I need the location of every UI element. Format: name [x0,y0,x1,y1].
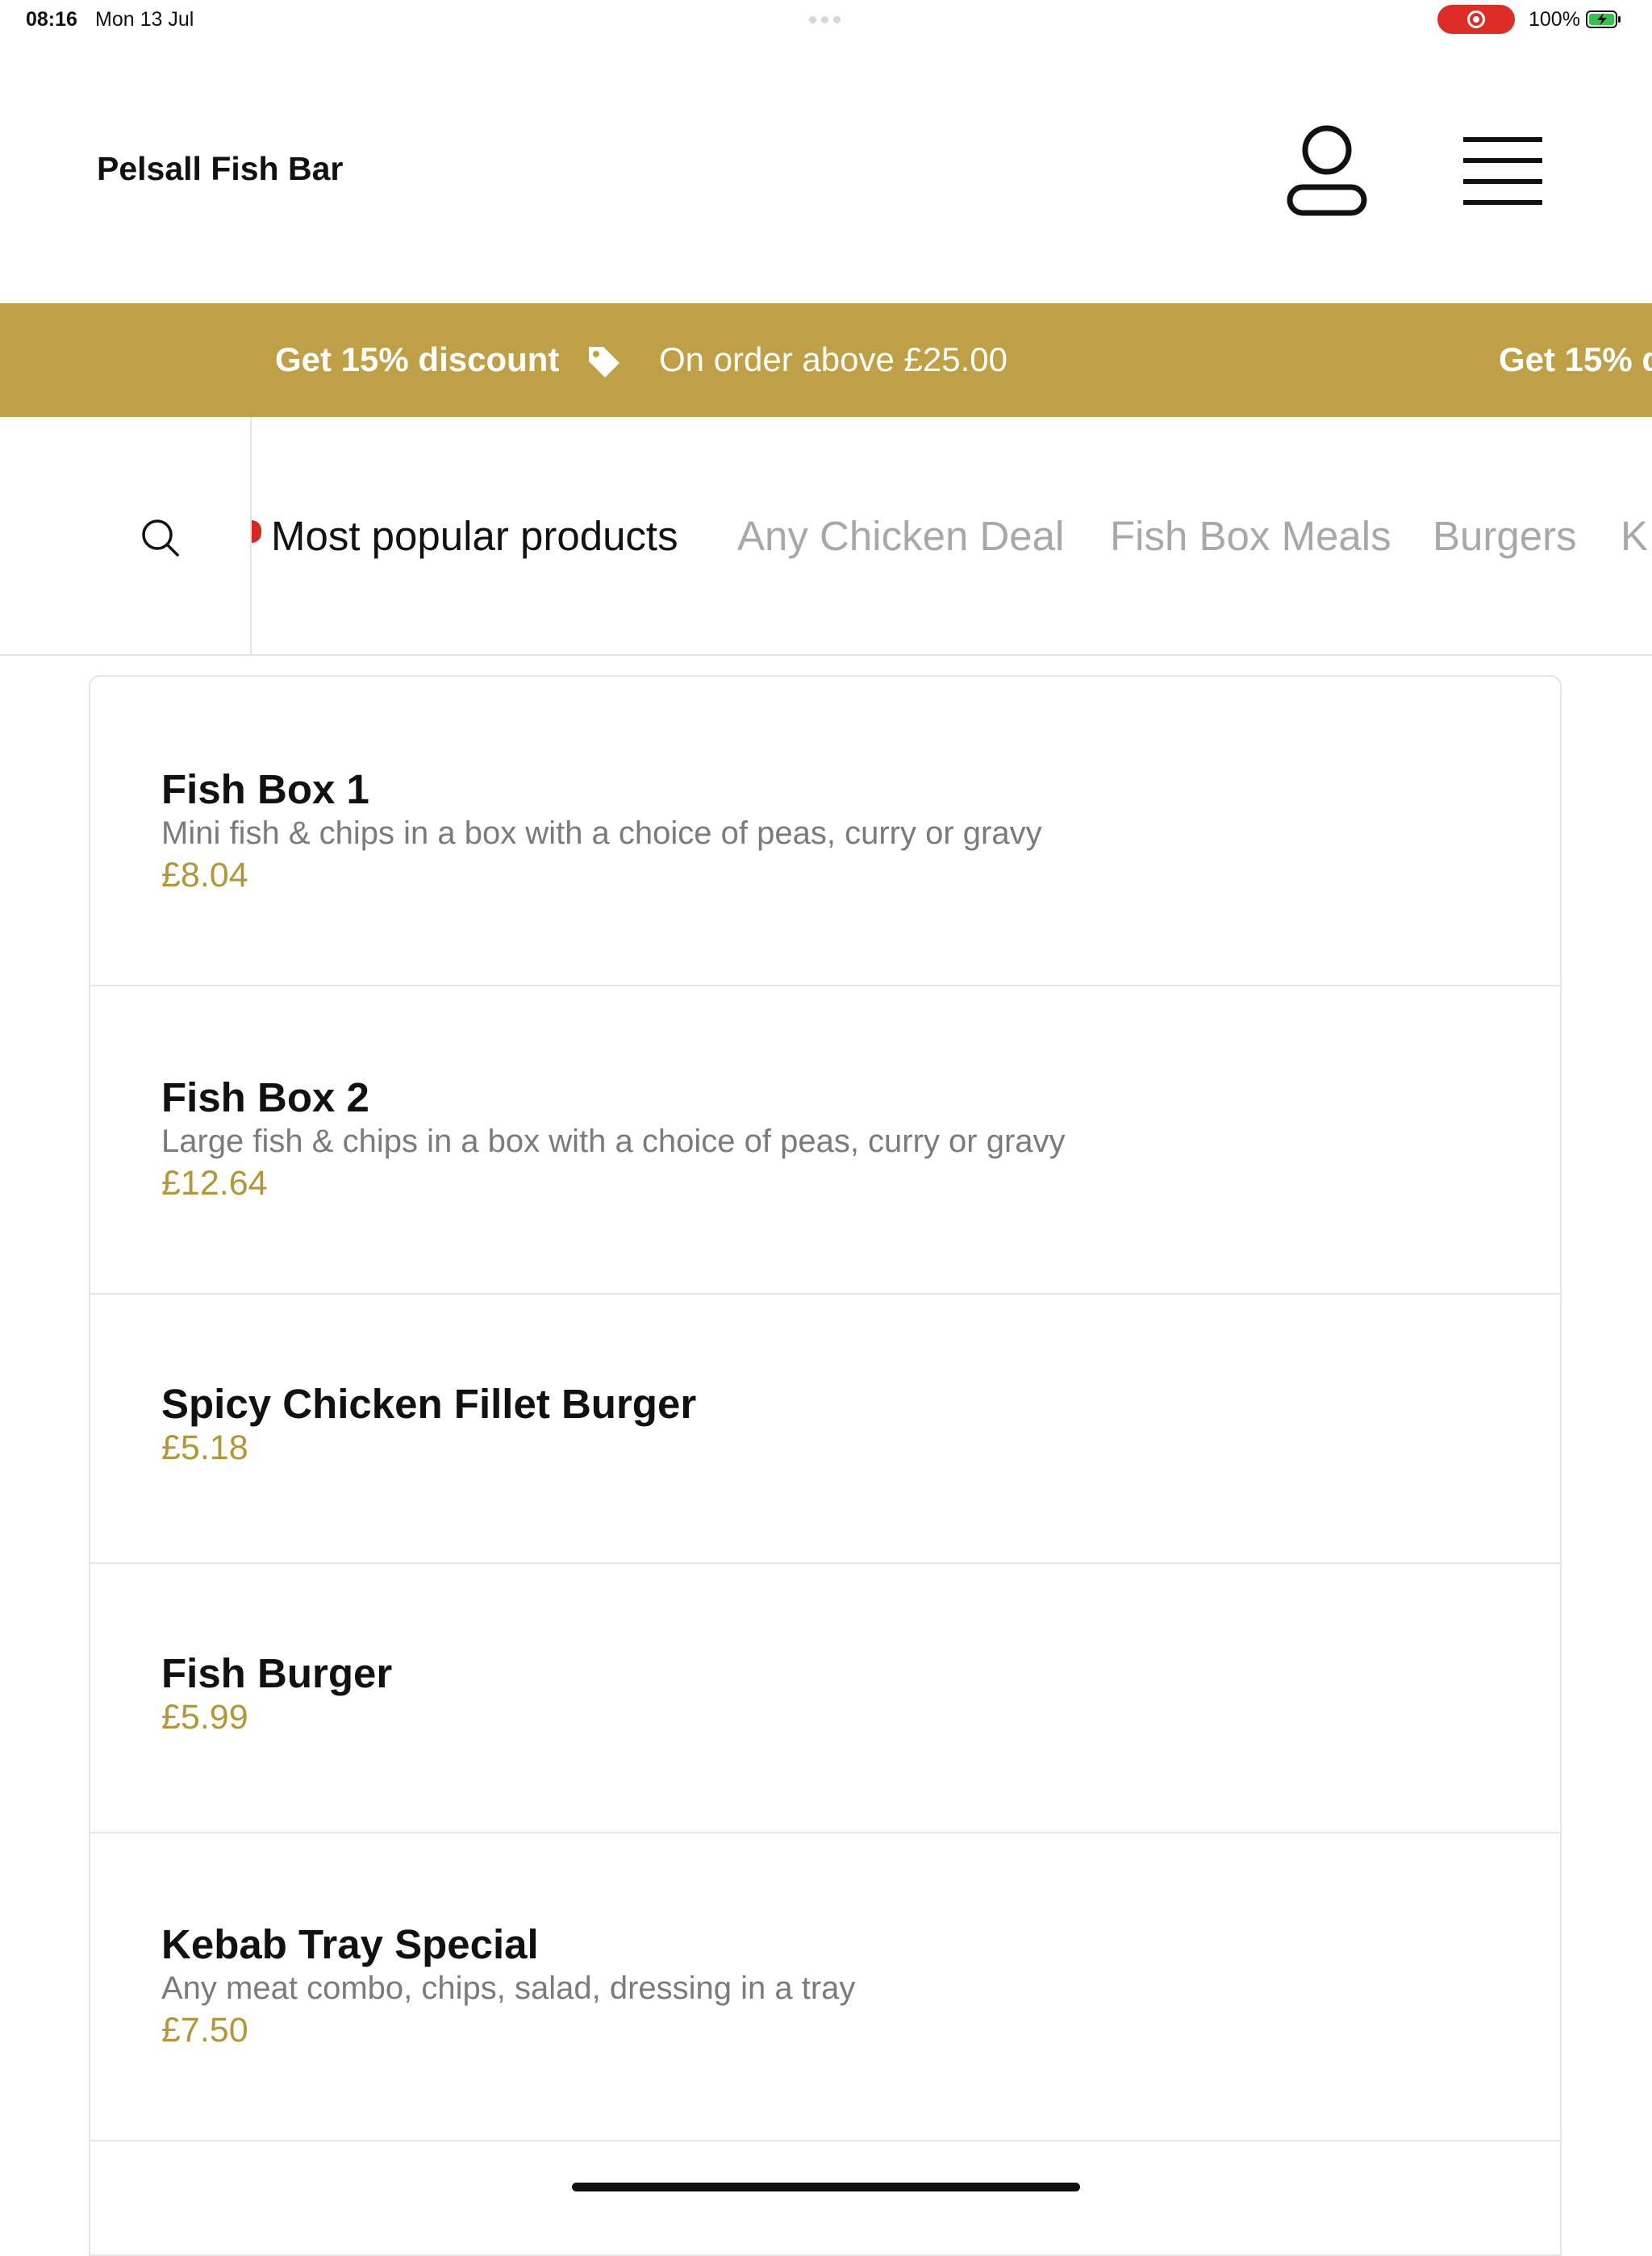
multitasking-dots-icon[interactable] [809,16,841,23]
hamburger-menu-icon[interactable] [1458,134,1547,208]
product-price: £7.50 [161,2011,248,2050]
home-indicator[interactable] [572,2183,1080,2191]
battery-charging-icon [1586,10,1621,28]
promo-headline: Get 15% discount [275,340,560,378]
status-date: Mon 13 Jul [95,8,194,31]
battery-percentage: 100% [1529,8,1580,31]
product-description: Large fish & chips in a box with a choic… [161,1124,1066,1159]
product-item-spicy-chicken-fillet-burger[interactable]: Spicy Chicken Fillet Burger £5.18 [90,1295,1560,1564]
tab-next-category[interactable]: K [1621,512,1648,560]
category-tabs: Most popular products Any Chicken Deal F… [252,417,1652,654]
product-name: Fish Box 1 [161,766,369,812]
product-item-fish-burger[interactable]: Fish Burger £5.99 [90,1564,1560,1833]
product-name: Fish Burger [161,1650,393,1696]
promo-banner: Get 15% discount On order above £25.00 G… [0,303,1652,417]
brand-title[interactable]: Pelsall Fish Bar [97,150,343,188]
product-name: Fish Box 2 [161,1074,369,1120]
product-item-kebab-tray-special[interactable]: Kebab Tray Special Any meat combo, chips… [90,1833,1560,2141]
product-list-card: Fish Box 1 Mini fish & chips in a box wi… [89,675,1562,2256]
product-name: Kebab Tray Special [161,1921,539,1967]
product-price: £8.04 [161,856,248,894]
tab-fish-box-meals[interactable]: Fish Box Meals [1110,512,1391,560]
app-header: Pelsall Fish Bar [0,39,1652,303]
product-item-fish-box-2[interactable]: Fish Box 2 Large fish & chips in a box w… [90,986,1560,1295]
user-icon[interactable] [1287,123,1367,218]
search-icon[interactable] [140,518,181,558]
product-price: £5.18 [161,1428,248,1467]
product-description: Any meat combo, chips, salad, dressing i… [161,1970,856,2006]
tab-burgers[interactable]: Burgers [1433,512,1577,560]
search-button[interactable] [0,417,252,654]
tag-icon [589,347,620,377]
tab-any-chicken-deal[interactable]: Any Chicken Deal [737,512,1064,560]
status-time: 08:16 [26,8,77,31]
product-price: £5.99 [161,1698,248,1737]
product-item-fish-box-1[interactable]: Fish Box 1 Mini fish & chips in a box wi… [90,677,1560,986]
promo-headline-repeat: Get 15% d [1499,340,1652,378]
promo-condition: On order above £25.00 [659,340,1007,378]
active-tab-marker [252,520,261,543]
product-price: £12.64 [161,1164,268,1203]
status-bar: 08:16 Mon 13 Jul 100% [0,0,1652,39]
product-name: Spicy Chicken Fillet Burger [161,1381,697,1427]
tab-most-popular-products[interactable]: Most popular products [271,512,678,560]
screen-recording-icon[interactable] [1437,5,1515,34]
category-tabs-bar: Most popular products Any Chicken Deal F… [0,417,1652,656]
product-description: Mini fish & chips in a box with a choice… [161,815,1042,851]
